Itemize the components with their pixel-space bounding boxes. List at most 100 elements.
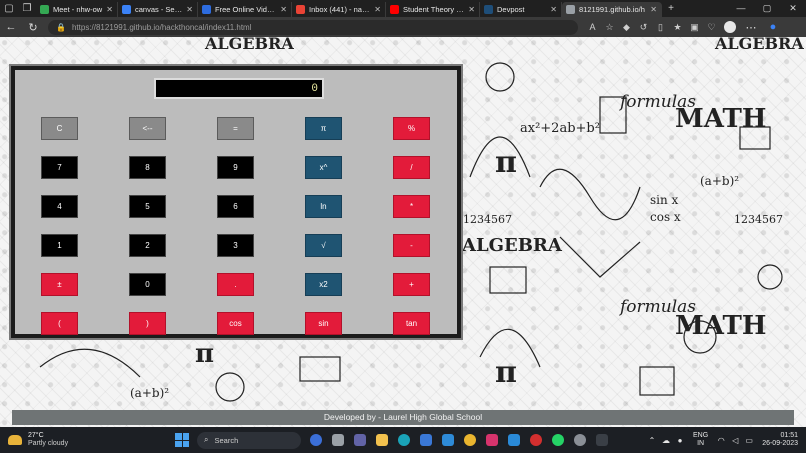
tab-close-icon[interactable]: ✕ [650, 5, 657, 14]
weather-widget[interactable]: 27°C Partly cloudy [0, 432, 100, 448]
tab-close-icon[interactable]: ✕ [550, 5, 557, 14]
digit-7-key[interactable]: 7 [41, 156, 78, 179]
clock-time: 01:51 [780, 432, 798, 439]
chrome-icon[interactable] [459, 431, 481, 449]
browser-tab[interactable]: Meet - nhw-ow ✕ [36, 2, 118, 17]
teams-chat-icon[interactable] [349, 431, 371, 449]
subtract-key[interactable]: - [393, 234, 430, 257]
instagram-icon[interactable] [481, 431, 503, 449]
digit-6-key[interactable]: 6 [217, 195, 254, 218]
edge-browser-icon[interactable] [393, 431, 415, 449]
wifi-icon[interactable]: ◠ [714, 436, 728, 445]
multiply-key[interactable]: * [393, 195, 430, 218]
weather-icon [8, 435, 22, 445]
tab-title: Devpost [497, 5, 525, 14]
sign-key[interactable]: ± [41, 273, 78, 296]
browser-tab[interactable]: canvas - Search✕ [118, 2, 198, 17]
browser-essentials-icon[interactable]: ♡ [703, 22, 720, 33]
task-view-icon[interactable] [327, 431, 349, 449]
calculator: 0 C <-- = π% 7 8 9 x^ / 4 5 6 ln * 1 2 3 √ - ±0. x2 + () cos sin… [11, 66, 461, 338]
equals-key[interactable]: = [217, 117, 254, 140]
digit-5-key[interactable]: 5 [129, 195, 166, 218]
tab-close-icon[interactable]: ✕ [280, 5, 287, 14]
settings-gear-icon[interactable] [569, 431, 591, 449]
add-key[interactable]: + [393, 273, 430, 296]
opera-icon[interactable] [525, 431, 547, 449]
digit-4-key[interactable]: 4 [41, 195, 78, 218]
profile-avatar[interactable] [724, 21, 736, 33]
store-icon[interactable] [415, 431, 437, 449]
digit-1-key[interactable]: 1 [41, 234, 78, 257]
extension-icon[interactable]: ◆ [618, 22, 635, 33]
bg-digits-text: 1234567 [463, 213, 512, 226]
digit-2-key[interactable]: 2 [129, 234, 166, 257]
digit-8-key[interactable]: 8 [129, 156, 166, 179]
back-arrow-icon[interactable]: ← [0, 17, 22, 37]
browser-tab[interactable]: Student Theory - You✕ [386, 2, 480, 17]
collections-icon[interactable]: ▣ [686, 22, 703, 33]
tab-favicon-icon [390, 5, 399, 14]
address-bar-row: ← ↻ 🔒 https://8121991.github.io/hackthon… [0, 17, 806, 37]
search-icon: ⌕ [204, 435, 209, 444]
square-key[interactable]: x2 [305, 273, 342, 296]
tab-actions-icon[interactable]: ❐ [18, 0, 36, 17]
tab-close-icon[interactable]: ✕ [468, 5, 475, 14]
split-screen-icon[interactable]: ▯ [652, 22, 669, 33]
tan-key[interactable]: tan [393, 312, 430, 335]
open-paren-key[interactable]: ( [41, 312, 78, 335]
divide-key[interactable]: / [393, 156, 430, 179]
refresh-page-icon[interactable]: ↺ [635, 22, 652, 33]
close-paren-key[interactable]: ) [129, 312, 166, 335]
maximize-icon[interactable]: ▢ [754, 3, 780, 14]
read-aloud-icon[interactable]: A [584, 22, 601, 33]
tab-list: Meet - nhw-ow✕canvas - Search✕Free Onlin… [36, 0, 662, 17]
digit-3-key[interactable]: 3 [217, 234, 254, 257]
more-menu-icon[interactable]: ⋯ [740, 17, 762, 37]
decimal-key[interactable]: . [217, 273, 254, 296]
browser-tab[interactable]: Devpost ✕ [480, 2, 562, 17]
power-key[interactable]: x^ [305, 156, 342, 179]
language-indicator[interactable]: ENG IN [693, 432, 708, 448]
browser-tab[interactable]: Inbox (441) - nandha✕ [292, 2, 386, 17]
percent-key[interactable]: % [393, 117, 430, 140]
favorites-icon[interactable]: ★ [669, 22, 686, 33]
digit-0-key[interactable]: 0 [129, 273, 166, 296]
browser-tab[interactable]: Free Online Video Ed✕ [198, 2, 292, 17]
clear-key[interactable]: C [41, 117, 78, 140]
chevron-up-icon[interactable]: ⌃ [645, 436, 659, 445]
favorite-star-icon[interactable]: ☆ [601, 22, 618, 33]
battery-icon[interactable]: ▭ [742, 436, 756, 445]
url-path: /hackthoncal/index11.html [159, 22, 252, 32]
tab-close-icon[interactable]: ✕ [186, 5, 193, 14]
refresh-icon[interactable]: ↻ [22, 17, 44, 37]
new-tab-button[interactable]: + [662, 0, 680, 17]
tab-close-icon[interactable]: ✕ [374, 5, 381, 14]
copilot-icon[interactable]: ● [762, 17, 784, 37]
volume-icon[interactable]: ◁ [728, 436, 742, 445]
clock[interactable]: 01:51 26-09-2023 [762, 432, 798, 448]
cos-key[interactable]: cos [217, 312, 254, 335]
browser-tab[interactable]: 8121991.github.io/h ✕ [562, 2, 662, 17]
vscode-icon[interactable] [503, 431, 525, 449]
sqrt-key[interactable]: √ [305, 234, 342, 257]
copilot-app-icon[interactable] [305, 431, 327, 449]
tab-close-icon[interactable]: ✕ [106, 5, 113, 14]
close-window-icon[interactable]: ✕ [780, 3, 806, 14]
photos-icon[interactable] [437, 431, 459, 449]
pi-key[interactable]: π [305, 117, 342, 140]
microphone-icon[interactable]: ● [673, 436, 687, 445]
url-input[interactable]: 🔒 https://8121991.github.io/hackthoncal/… [48, 19, 578, 35]
workspaces-icon[interactable]: ▢ [0, 0, 18, 17]
backspace-key[interactable]: <-- [129, 117, 166, 140]
digit-9-key[interactable]: 9 [217, 156, 254, 179]
minimize-icon[interactable]: — [728, 3, 754, 14]
terminal-icon[interactable] [591, 431, 613, 449]
onedrive-icon[interactable]: ☁ [659, 436, 673, 445]
taskbar-search[interactable]: ⌕ Search [197, 431, 301, 449]
whatsapp-icon[interactable] [547, 431, 569, 449]
sin-key[interactable]: sin [305, 312, 342, 335]
file-explorer-icon[interactable] [371, 431, 393, 449]
start-button-icon[interactable] [175, 433, 189, 447]
ln-key[interactable]: ln [305, 195, 342, 218]
taskbar-search-label: Search [214, 435, 239, 445]
